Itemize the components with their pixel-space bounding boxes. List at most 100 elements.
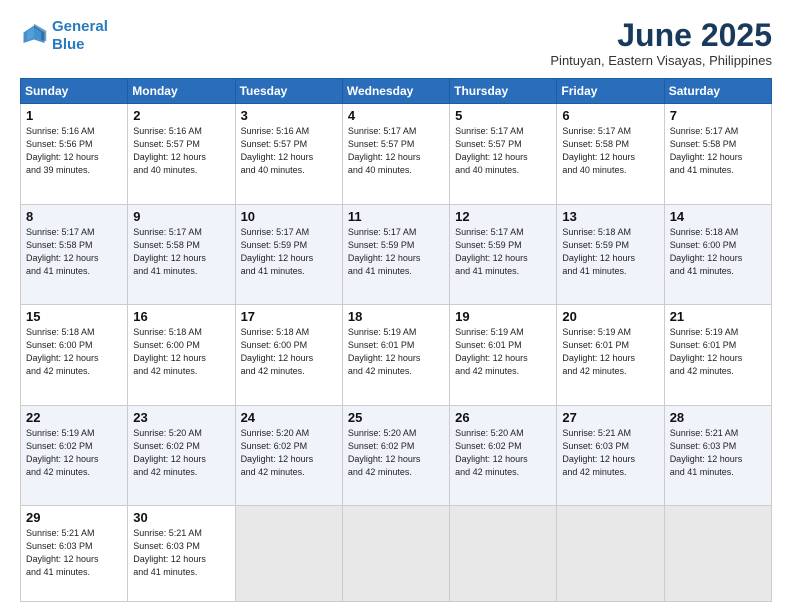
logo-line2: Blue xyxy=(52,36,85,53)
calendar-day-cell: 23 Sunrise: 5:20 AM Sunset: 6:02 PM Dayli… xyxy=(128,405,235,505)
day-info: Sunrise: 5:21 AM Sunset: 6:03 PM Dayligh… xyxy=(133,527,229,579)
day-number: 18 xyxy=(348,309,444,324)
day-number: 8 xyxy=(26,209,122,224)
day-info: Sunrise: 5:18 AM Sunset: 6:00 PM Dayligh… xyxy=(26,326,122,378)
calendar-day-cell: 25Sunrise: 5:20 AM Sunset: 6:02 PM Dayli… xyxy=(342,405,449,505)
calendar-day-cell xyxy=(557,506,664,602)
day-info: Sunrise: 5:17 AM Sunset: 5:58 PM Dayligh… xyxy=(562,125,658,177)
day-number: 15 xyxy=(26,309,122,324)
calendar-day-cell: 21Sunrise: 5:19 AM Sunset: 6:01 PM Dayli… xyxy=(664,305,771,405)
calendar-day-cell: 15 Sunrise: 5:18 AM Sunset: 6:00 PM Dayli… xyxy=(21,305,128,405)
weekday-header: Friday xyxy=(557,79,664,104)
logo-text: General Blue xyxy=(52,18,108,54)
day-number: 9 xyxy=(133,209,229,224)
day-number: 5 xyxy=(455,108,551,123)
weekday-header: Sunday xyxy=(21,79,128,104)
day-number: 14 xyxy=(670,209,766,224)
calendar-day-cell: 19 Sunrise: 5:19 AM Sunset: 6:01 PM Dayli… xyxy=(450,305,557,405)
day-info: Sunrise: 5:20 AM Sunset: 6:02 PM Dayligh… xyxy=(348,427,444,479)
day-number: 6 xyxy=(562,108,658,123)
day-number: 23 xyxy=(133,410,229,425)
weekday-header: Thursday xyxy=(450,79,557,104)
day-info: Sunrise: 5:18 AM Sunset: 5:59 PM Dayligh… xyxy=(562,226,658,278)
day-number: 1 xyxy=(26,108,122,123)
day-number: 13 xyxy=(562,209,658,224)
day-number: 20 xyxy=(562,309,658,324)
day-info: Sunrise: 5:19 AM Sunset: 6:02 PM Dayligh… xyxy=(26,427,122,479)
title-block: June 2025 Pintuyan, Eastern Visayas, Phi… xyxy=(550,18,772,68)
calendar-day-cell: 3 Sunrise: 5:16 AM Sunset: 5:57 PM Daylig… xyxy=(235,104,342,204)
day-info: Sunrise: 5:16 AM Sunset: 5:57 PM Dayligh… xyxy=(241,125,337,177)
day-info: Sunrise: 5:16 AM Sunset: 5:57 PM Dayligh… xyxy=(133,125,229,177)
day-info: Sunrise: 5:17 AM Sunset: 5:59 PM Dayligh… xyxy=(455,226,551,278)
calendar-header-row: SundayMondayTuesdayWednesdayThursdayFrid… xyxy=(21,79,772,104)
main-title: June 2025 xyxy=(550,18,772,53)
day-info: Sunrise: 5:19 AM Sunset: 6:01 PM Dayligh… xyxy=(455,326,551,378)
header: General Blue June 2025 Pintuyan, Eastern… xyxy=(20,18,772,68)
calendar-day-cell: 4 Sunrise: 5:17 AM Sunset: 5:57 PM Daylig… xyxy=(342,104,449,204)
calendar-day-cell xyxy=(235,506,342,602)
day-info: Sunrise: 5:17 AM Sunset: 5:57 PM Dayligh… xyxy=(455,125,551,177)
day-info: Sunrise: 5:21 AM Sunset: 6:03 PM Dayligh… xyxy=(670,427,766,479)
day-number: 19 xyxy=(455,309,551,324)
day-number: 30 xyxy=(133,510,229,525)
calendar-day-cell: 22Sunrise: 5:19 AM Sunset: 6:02 PM Dayli… xyxy=(21,405,128,505)
day-info: Sunrise: 5:19 AM Sunset: 6:01 PM Dayligh… xyxy=(348,326,444,378)
subtitle: Pintuyan, Eastern Visayas, Philippines xyxy=(550,53,772,68)
calendar-day-cell: 30 Sunrise: 5:21 AM Sunset: 6:03 PM Dayli… xyxy=(128,506,235,602)
day-number: 4 xyxy=(348,108,444,123)
day-number: 11 xyxy=(348,209,444,224)
day-info: Sunrise: 5:17 AM Sunset: 5:57 PM Dayligh… xyxy=(348,125,444,177)
day-info: Sunrise: 5:17 AM Sunset: 5:59 PM Dayligh… xyxy=(241,226,337,278)
calendar-day-cell: 13 Sunrise: 5:18 AM Sunset: 5:59 PM Dayli… xyxy=(557,204,664,304)
calendar-day-cell: 11 Sunrise: 5:17 AM Sunset: 5:59 PM Dayli… xyxy=(342,204,449,304)
day-info: Sunrise: 5:21 AM Sunset: 6:03 PM Dayligh… xyxy=(562,427,658,479)
calendar-day-cell: 18 Sunrise: 5:19 AM Sunset: 6:01 PM Dayli… xyxy=(342,305,449,405)
logo-line1: General xyxy=(52,18,108,35)
calendar-day-cell: 8Sunrise: 5:17 AM Sunset: 5:58 PM Daylig… xyxy=(21,204,128,304)
day-number: 2 xyxy=(133,108,229,123)
day-info: Sunrise: 5:17 AM Sunset: 5:58 PM Dayligh… xyxy=(670,125,766,177)
day-number: 3 xyxy=(241,108,337,123)
day-number: 7 xyxy=(670,108,766,123)
day-info: Sunrise: 5:17 AM Sunset: 5:59 PM Dayligh… xyxy=(348,226,444,278)
calendar-day-cell: 6 Sunrise: 5:17 AM Sunset: 5:58 PM Daylig… xyxy=(557,104,664,204)
weekday-header: Tuesday xyxy=(235,79,342,104)
logo: General Blue xyxy=(20,18,108,54)
day-number: 27 xyxy=(562,410,658,425)
day-info: Sunrise: 5:18 AM Sunset: 6:00 PM Dayligh… xyxy=(670,226,766,278)
calendar-day-cell: 12Sunrise: 5:17 AM Sunset: 5:59 PM Dayli… xyxy=(450,204,557,304)
calendar-day-cell: 28Sunrise: 5:21 AM Sunset: 6:03 PM Dayli… xyxy=(664,405,771,505)
day-info: Sunrise: 5:19 AM Sunset: 6:01 PM Dayligh… xyxy=(670,326,766,378)
calendar-day-cell: 27 Sunrise: 5:21 AM Sunset: 6:03 PM Dayli… xyxy=(557,405,664,505)
calendar-day-cell: 29 Sunrise: 5:21 AM Sunset: 6:03 PM Dayli… xyxy=(21,506,128,602)
calendar-week-row: 22Sunrise: 5:19 AM Sunset: 6:02 PM Dayli… xyxy=(21,405,772,505)
calendar-day-cell: 17Sunrise: 5:18 AM Sunset: 6:00 PM Dayli… xyxy=(235,305,342,405)
day-info: Sunrise: 5:20 AM Sunset: 6:02 PM Dayligh… xyxy=(133,427,229,479)
calendar-week-row: 15 Sunrise: 5:18 AM Sunset: 6:00 PM Dayli… xyxy=(21,305,772,405)
calendar-day-cell: 20 Sunrise: 5:19 AM Sunset: 6:01 PM Dayli… xyxy=(557,305,664,405)
day-info: Sunrise: 5:19 AM Sunset: 6:01 PM Dayligh… xyxy=(562,326,658,378)
calendar-day-cell: 1 Sunrise: 5:16 AM Sunset: 5:56 PM Daylig… xyxy=(21,104,128,204)
calendar-day-cell xyxy=(450,506,557,602)
weekday-header: Wednesday xyxy=(342,79,449,104)
calendar-day-cell: 14 Sunrise: 5:18 AM Sunset: 6:00 PM Dayli… xyxy=(664,204,771,304)
calendar-week-row: 8 Sunrise: 5:17 AM Sunset: 5:58 PM Daylig… xyxy=(21,204,772,304)
day-info: Sunrise: 5:21 AM Sunset: 6:03 PM Dayligh… xyxy=(26,527,122,579)
weekday-header: Saturday xyxy=(664,79,771,104)
calendar-day-cell: 5 Sunrise: 5:17 AM Sunset: 5:57 PM Daylig… xyxy=(450,104,557,204)
logo-icon xyxy=(20,22,48,50)
calendar-day-cell: 2 Sunrise: 5:16 AM Sunset: 5:57 PM Daylig… xyxy=(128,104,235,204)
calendar-day-cell: 9 Sunrise: 5:17 AM Sunset: 5:58 PM Daylig… xyxy=(128,204,235,304)
calendar-table: SundayMondayTuesdayWednesdayThursdayFrid… xyxy=(20,78,772,602)
day-info: Sunrise: 5:18 AM Sunset: 6:00 PM Dayligh… xyxy=(133,326,229,378)
day-number: 29 xyxy=(26,510,122,525)
day-number: 24 xyxy=(241,410,337,425)
day-info: Sunrise: 5:16 AM Sunset: 5:56 PM Dayligh… xyxy=(26,125,122,177)
page: General Blue June 2025 Pintuyan, Eastern… xyxy=(0,0,792,612)
day-info: Sunrise: 5:17 AM Sunset: 5:58 PM Dayligh… xyxy=(133,226,229,278)
day-number: 16 xyxy=(133,309,229,324)
calendar-day-cell: 10Sunrise: 5:17 AM Sunset: 5:59 PM Dayli… xyxy=(235,204,342,304)
calendar-day-cell: 16 Sunrise: 5:18 AM Sunset: 6:00 PM Dayli… xyxy=(128,305,235,405)
calendar-day-cell: 7 Sunrise: 5:17 AM Sunset: 5:58 PM Daylig… xyxy=(664,104,771,204)
